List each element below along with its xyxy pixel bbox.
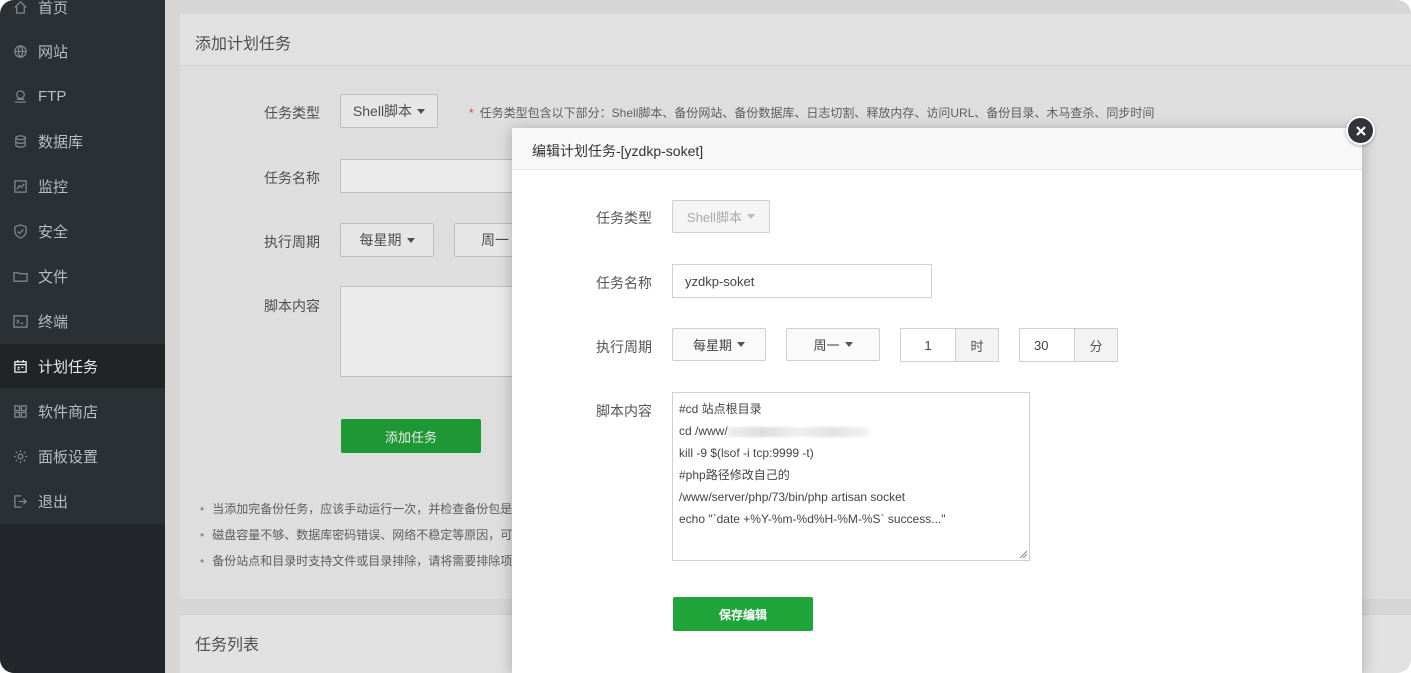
script-line: /www/server/php/73/bin/php artisan socke… [679, 490, 906, 504]
modal-task-type-value: Shell脚本 [687, 210, 742, 225]
caret-down-icon [844, 342, 853, 347]
modal-header: 编辑计划任务-[yzdkp-soket] [512, 128, 1362, 170]
modal-task-type-select[interactable]: Shell脚本 [672, 200, 770, 233]
app-window: 首页 网站 FTP 数据库 监控 安全 文件 终端 计划任务 软件商店 面板设置… [0, 0, 1411, 673]
caret-down-icon [746, 214, 755, 219]
modal-hour-input[interactable]: 1 [900, 328, 956, 362]
resize-handle-icon[interactable] [1019, 550, 1027, 558]
caret-down-icon [737, 342, 745, 347]
modal-task-type-label: 任务类型 [596, 210, 652, 226]
modal-task-name-label: 任务名称 [596, 275, 652, 291]
modal-title: 编辑计划任务-[yzdkp-soket] [532, 143, 704, 159]
modal-hour-value: 1 [924, 337, 932, 353]
modal-minute-unit: 分 [1074, 328, 1118, 362]
edit-task-modal: 编辑计划任务-[yzdkp-soket] 任务类型 Shell脚本 任务名称 y… [512, 128, 1362, 673]
script-line: #cd 站点根目录 [679, 402, 762, 416]
modal-task-name-value: yzdkp-soket [685, 273, 755, 289]
script-line: #php路径修改自己的 [679, 468, 790, 482]
modal-minute-input[interactable]: 30 [1019, 328, 1075, 362]
modal-close-button[interactable] [1346, 116, 1375, 145]
modal-cycle-value: 每星期 [692, 338, 732, 353]
close-icon [1355, 125, 1366, 136]
save-edit-button[interactable]: 保存编辑 [673, 597, 813, 631]
script-line-path: cd /www/ [679, 420, 1023, 442]
modal-cycle-label: 执行周期 [596, 339, 652, 355]
modal-cycle-select[interactable]: 每星期 [672, 328, 766, 361]
modal-minute-value: 30 [1034, 337, 1049, 353]
modal-script-label: 脚本内容 [596, 403, 652, 419]
modal-script-textarea[interactable]: #cd 站点根目录 cd /www/ kill -9 $(lsof -i tcp… [672, 392, 1030, 561]
script-line-text: cd /www/ [679, 424, 728, 438]
script-line: echo "`date +%Y-%m-%d%H-%M-%S` success..… [679, 512, 946, 526]
modal-task-name-input[interactable]: yzdkp-soket [672, 264, 932, 298]
script-line: kill -9 $(lsof -i tcp:9999 -t) [679, 446, 814, 460]
redacted-blur [727, 426, 868, 437]
modal-weekday-value: 周一 [813, 338, 840, 353]
modal-hour-unit: 时 [955, 328, 999, 362]
modal-weekday-select[interactable]: 周一 [786, 328, 880, 361]
